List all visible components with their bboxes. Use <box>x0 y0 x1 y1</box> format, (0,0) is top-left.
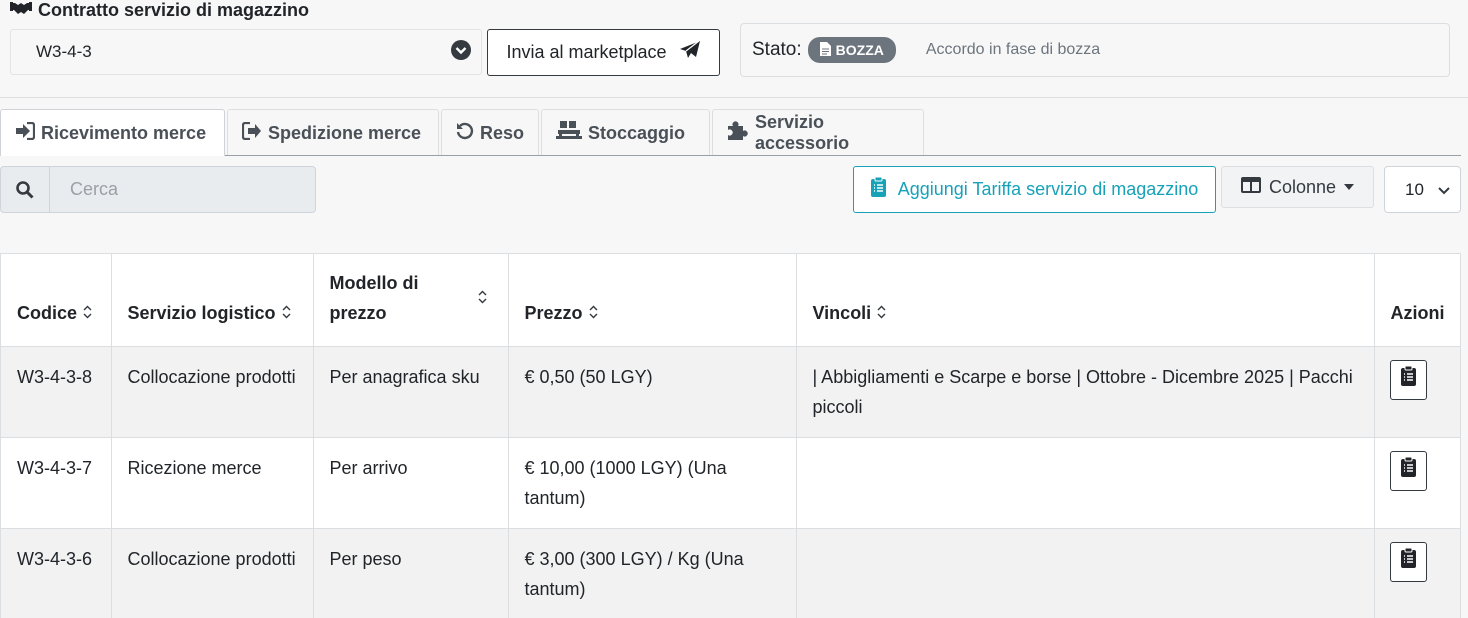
cell-prezzo: € 3,00 (300 LGY) / Kg (Una tantum) <box>508 528 797 618</box>
header-label: Vincoli <box>812 302 872 323</box>
sign-out-icon <box>241 121 262 145</box>
header-label: Codice <box>17 302 78 323</box>
tab-label: Servizio accessorio <box>755 112 850 153</box>
contract-select-value: W3-4-3 <box>36 42 92 61</box>
sort-icon <box>877 298 886 328</box>
status-panel: Stato: BOZZA Accordo in fase di bozza <box>740 23 1450 77</box>
cell-prezzo: € 10,00 (1000 LGY) (Una tantum) <box>508 437 797 529</box>
undo-icon <box>456 122 474 145</box>
cell-codice: W3-4-3-7 <box>1 437 112 529</box>
header-modello-di-prezzo[interactable]: Modello di prezzo <box>313 254 509 347</box>
search-input[interactable] <box>50 166 316 213</box>
tab-reso[interactable]: Reso <box>441 109 539 156</box>
contract-header: Contratto servizio di magazzino <box>10 0 309 22</box>
header-label: Prezzo <box>524 302 583 323</box>
tab-stoccaggio[interactable]: Stoccaggio <box>541 109 710 156</box>
header-label: Modello di prezzo <box>329 272 419 323</box>
row-detail-button[interactable] <box>1389 541 1427 582</box>
sort-icon <box>478 283 487 313</box>
table-row: W3-4-3-7 Ricezione merce Per arrivo € 10… <box>1 437 1460 529</box>
columns-dropdown-button[interactable]: Colonne <box>1221 166 1374 208</box>
cell-azioni <box>1374 437 1460 529</box>
pallet-icon <box>556 120 582 146</box>
header-vincoli[interactable]: Vincoli <box>796 254 1375 347</box>
sign-in-icon <box>15 121 36 145</box>
cell-prezzo: € 0,50 (50 LGY) <box>508 346 797 438</box>
header-codice[interactable]: Codice <box>1 254 112 347</box>
cell-servizio: Ricezione merce <box>111 437 314 529</box>
tariffs-table: Codice Servizio logistico Modello di pre… <box>0 253 1461 618</box>
cell-modello: Per peso <box>313 528 509 618</box>
tab-spedizione-merce[interactable]: Spedizione merce <box>227 109 439 156</box>
columns-label: Colonne <box>1268 176 1337 197</box>
cell-modello: Per anagrafica sku <box>313 346 509 438</box>
chevron-down-circle-icon <box>451 39 471 65</box>
status-badge-text: BOZZA <box>835 42 884 58</box>
cell-vincoli <box>796 528 1375 618</box>
table-header-row: Codice Servizio logistico Modello di pre… <box>1 254 1460 347</box>
file-icon <box>819 41 831 59</box>
cell-codice: W3-4-3-8 <box>1 346 112 438</box>
header-azioni: Azioni <box>1374 254 1460 347</box>
tabs-underline <box>225 155 1461 156</box>
tab-label: Reso <box>480 122 525 143</box>
clipboard-list-icon <box>1400 456 1416 486</box>
row-detail-button[interactable] <box>1389 450 1427 491</box>
header-prezzo[interactable]: Prezzo <box>508 254 797 347</box>
page-size-select[interactable]: 10 <box>1384 166 1461 213</box>
caret-down-icon <box>1344 184 1355 190</box>
tab-servizio-accessorio[interactable]: Servizio accessorio <box>712 109 924 156</box>
cell-azioni <box>1374 528 1460 618</box>
cell-codice: W3-4-3-6 <box>1 528 112 618</box>
clipboard-list-icon <box>1400 365 1416 395</box>
cell-vincoli <box>796 437 1375 529</box>
tab-label: Spedizione merce <box>268 122 422 143</box>
cell-servizio: Collocazione prodotti <box>111 528 314 618</box>
add-tariff-button[interactable]: Aggiungi Tariffa servizio di magazzino <box>853 166 1216 213</box>
tab-label: Ricevimento merce <box>41 122 207 143</box>
send-to-marketplace-button[interactable]: Invia al marketplace <box>487 29 720 76</box>
cell-modello: Per arrivo <box>313 437 509 529</box>
search-group <box>0 166 316 213</box>
status-description: Accordo in fase di bozza <box>925 41 1101 58</box>
sort-icon <box>282 298 291 328</box>
row-detail-button[interactable] <box>1389 359 1427 400</box>
status-badge: BOZZA <box>807 37 896 63</box>
cell-vincoli: | Abbigliamenti e Scarpe e borse | Ottob… <box>796 346 1375 438</box>
header-label: Azioni <box>1390 302 1445 323</box>
send-to-marketplace-label: Invia al marketplace <box>506 42 667 62</box>
add-tariff-label: Aggiungi Tariffa servizio di magazzino <box>897 179 1199 199</box>
header-label: Servizio logistico <box>127 302 276 323</box>
page-title: Contratto servizio di magazzino <box>38 0 310 20</box>
chevron-down-icon <box>1438 180 1450 200</box>
header-servizio-logistico[interactable]: Servizio logistico <box>111 254 314 347</box>
contract-select[interactable]: W3-4-3 <box>10 29 482 75</box>
page-size-value: 10 <box>1405 179 1424 199</box>
sort-icon <box>83 298 92 328</box>
clipboard-list-icon <box>1400 547 1416 577</box>
tab-ricevimento-merce[interactable]: Ricevimento merce <box>0 109 225 156</box>
puzzle-icon <box>727 120 749 146</box>
search-icon <box>0 166 50 213</box>
cell-servizio: Collocazione prodotti <box>111 346 314 438</box>
clipboard-list-icon <box>870 176 886 202</box>
cell-azioni <box>1374 346 1460 438</box>
sort-icon <box>589 298 598 328</box>
tab-label: Stoccaggio <box>588 122 686 143</box>
paper-plane-icon <box>679 40 701 65</box>
handshake-icon <box>10 0 32 21</box>
status-label: Stato: <box>752 39 802 60</box>
table-row: W3-4-3-6 Collocazione prodotti Per peso … <box>1 528 1460 618</box>
tab-bar: Ricevimento merce Spedizione merce Reso … <box>0 109 926 156</box>
table-row: W3-4-3-8 Collocazione prodotti Per anagr… <box>1 346 1460 438</box>
columns-icon <box>1240 176 1261 198</box>
divider <box>0 97 1468 98</box>
